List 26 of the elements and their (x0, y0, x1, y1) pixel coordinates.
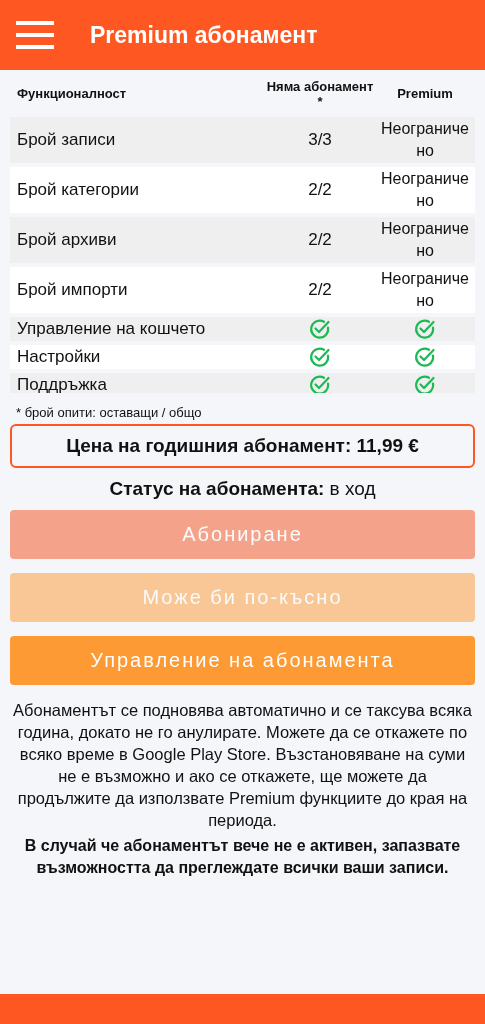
column-header: Premium (396, 86, 454, 101)
feature-cell-text: Брой архиви (16, 229, 118, 251)
column-header: Няма абонамент * (265, 78, 375, 109)
notice-text: В случай че абонаментът вече не е активен, запазвате възможността да преглеждате всички ваши записи. (23, 836, 462, 878)
table-cell-text: 2/2 (307, 179, 333, 201)
feature-cell-text: Настройки (16, 346, 102, 368)
feature-cell-text: Брой категории (16, 179, 140, 201)
table-cell-text: 3/3 (307, 129, 333, 151)
column-header: Функционалност (16, 86, 128, 101)
price-label: Цена на годишния абонамент: 11,99 € (10, 424, 475, 468)
app-title: Premium абонамент (90, 21, 318, 49)
feature-cell-text: Брой импорти (16, 279, 129, 301)
table-cell-text: Неограниче но (380, 219, 470, 261)
feature-cell-text: Поддръжка (16, 374, 108, 393)
footnote: * брой опити: оставащи / общо (16, 405, 203, 420)
action-button[interactable]: Управление на абонамента (10, 636, 475, 685)
table-cell-text: 2/2 (307, 279, 333, 301)
feature-cell-text: Управление на кошчето (16, 318, 207, 340)
menu-icon[interactable] (16, 21, 54, 49)
status-text: Статус на абонамента: в ход (108, 478, 377, 500)
table-cell-text: Неограниче но (380, 169, 470, 211)
table-cell-text: Неограниче но (380, 269, 470, 311)
table-cell-text: 2/2 (307, 229, 333, 251)
feature-cell-text: Брой записи (16, 129, 117, 151)
table-cell-text: Неограниче но (380, 119, 470, 161)
notice-text: Абонаментът се подновява автоматично и се таксува всяка година, докато не го анулирате. Можете да се откажете по всяко време в Google Play Store. Възстановяване на суми не е възможно и ако се откажете, ще можете да продължите да използвате Premium функциите до края на периода. (12, 700, 473, 831)
